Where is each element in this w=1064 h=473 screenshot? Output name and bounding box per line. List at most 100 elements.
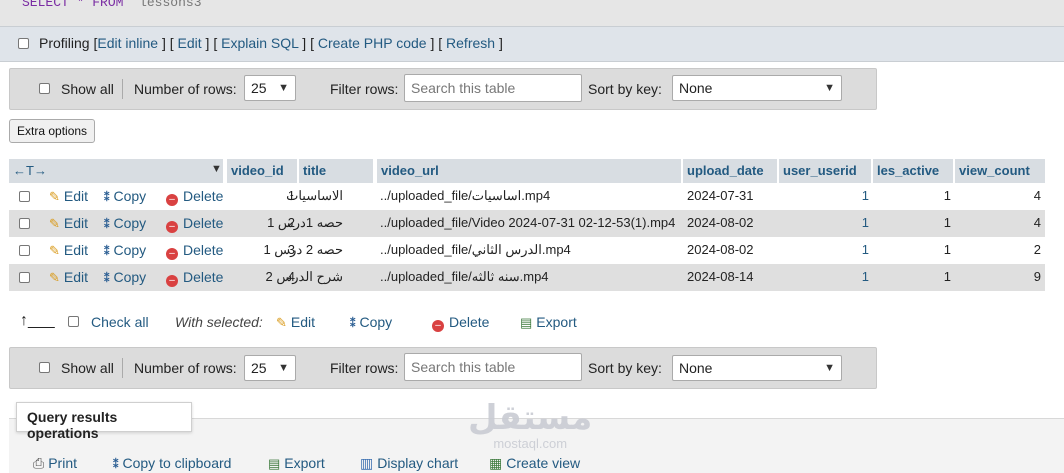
profiling-checkbox[interactable] [18,38,29,49]
filter-rows-input[interactable]: Search this table [404,74,582,102]
cell-user-userid[interactable]: 1 [862,188,869,203]
cell-title[interactable]: الاساسيات [286,188,343,204]
column-header-user-userid[interactable]: user_userid [779,159,873,183]
sort-by-key-select[interactable]: None ▼ [672,75,842,101]
refresh-link[interactable]: Refresh [446,35,495,51]
bulk-edit-link[interactable]: ✎ Edit [276,314,315,331]
arrow-up-left-icon: ↑___ [20,312,55,329]
row-delete-link[interactable]: – Delete [166,188,223,206]
pencil-icon: ✎ [49,216,60,231]
cell-title[interactable]: حصه 1درس 1 [267,215,343,231]
bulk-delete-link[interactable]: – Delete [432,314,489,332]
check-all-label[interactable]: Check all [91,314,149,330]
show-all-checkbox[interactable] [39,83,50,94]
show-all-label[interactable]: Show all [61,360,114,376]
delete-icon: – [166,248,178,260]
row-checkbox[interactable] [19,272,30,283]
edit-inline-link[interactable]: Edit inline [97,35,158,51]
cell-les-active[interactable]: 1 [944,215,951,230]
row-edit-link[interactable]: ✎ Edit [49,242,88,259]
row-checkbox[interactable] [19,191,30,202]
copy-icon: ⁑ [104,273,110,285]
copy-to-clipboard-link[interactable]: ⁑ Copy to clipboard [113,455,231,471]
column-header-upload-date[interactable]: upload_date [683,159,779,183]
export-icon: ▤ [520,315,533,330]
cell-view-count[interactable]: 4 [1034,188,1041,203]
column-header-video-id[interactable]: video_id [227,159,299,183]
delete-icon: – [166,275,178,287]
sql-query-text: SELECT * FROM `lessons3` [22,0,210,10]
cell-view-count[interactable]: 4 [1034,215,1041,230]
cell-les-active[interactable]: 1 [944,188,951,203]
row-copy-link[interactable]: ⁑ Copy [104,269,146,285]
row-checkbox[interactable] [19,218,30,229]
cell-user-userid[interactable]: 1 [862,215,869,230]
table-row: ✎ Edit ⁑ Copy – Delete 4 شرح الدرس 2 ../upl… [9,264,1045,291]
cell-title[interactable]: حصه 2 درس 1 [263,242,343,258]
row-copy-link[interactable]: ⁑ Copy [104,242,146,258]
number-of-rows-select[interactable]: 25 ▼ [244,355,296,381]
profiling-bar: Profiling [Edit inline ] [ Edit ] [ Expl… [0,26,1064,62]
cell-video-url[interactable]: ../uploaded_file/الدرس الثاني.mp4 [380,242,680,258]
cell-video-url[interactable]: ../uploaded_file/سنه ثالثه.mp4 [380,269,680,285]
chevron-down-icon: ▼ [278,362,289,374]
export-link[interactable]: ▤ Export [268,455,325,472]
column-header-view-count[interactable]: view_count [955,159,1045,183]
row-edit-link[interactable]: ✎ Edit [49,269,88,286]
cell-les-active[interactable]: 1 [944,269,951,284]
create-php-code-link[interactable]: Create PHP code [318,35,427,51]
show-all-checkbox[interactable] [39,362,50,373]
check-all-checkbox[interactable] [68,316,79,327]
cell-user-userid[interactable]: 1 [862,242,869,257]
bulk-export-link[interactable]: ▤ Export [520,314,577,331]
cell-upload-date[interactable]: 2024-08-02 [687,215,754,230]
cell-les-active[interactable]: 1 [944,242,951,257]
explain-sql-link[interactable]: Explain SQL [221,35,298,51]
with-selected-bar: ↑___ Check all With selected: ✎ Edit ⁑ Cop… [20,312,880,334]
table-header: ←T→ ▼ video_id title video_url upload_da… [9,159,1045,184]
row-delete-link[interactable]: – Delete [166,215,223,233]
sort-by-key-label: Sort by key: [588,81,662,97]
row-delete-link[interactable]: – Delete [166,269,223,287]
cell-view-count[interactable]: 9 [1034,269,1041,284]
sort-by-key-select[interactable]: None ▼ [672,355,842,381]
number-of-rows-select[interactable]: 25 ▼ [244,75,296,101]
filter-rows-input[interactable]: Search this table [404,353,582,381]
cell-video-url[interactable]: ../uploaded_file/اساسيات.mp4 [380,188,680,204]
edit-link[interactable]: Edit [178,35,202,51]
display-chart-link[interactable]: ▥ Display chart [360,455,458,472]
cell-view-count[interactable]: 2 [1034,242,1041,257]
column-header-les-active[interactable]: les_active [873,159,955,183]
show-all-label[interactable]: Show all [61,81,114,97]
bar-chart-icon: ▥ [360,455,374,471]
number-of-rows-label: Number of rows: [134,360,237,376]
sort-by-key-label: Sort by key: [588,360,662,376]
row-copy-link[interactable]: ⁑ Copy [104,215,146,231]
column-header-video-url[interactable]: video_url [377,159,683,183]
row-delete-link[interactable]: – Delete [166,242,223,260]
row-edit-link[interactable]: ✎ Edit [49,215,88,232]
pencil-icon: ✎ [49,270,60,285]
create-view-link[interactable]: ▦ Create view [489,455,580,472]
sort-arrow-icon[interactable]: ▼ [211,163,222,175]
bulk-copy-link[interactable]: ⁑ Copy [350,314,392,330]
cell-upload-date[interactable]: 2024-08-02 [687,242,754,257]
row-edit-link[interactable]: ✎ Edit [49,188,88,205]
extra-options-button[interactable]: Extra options [9,119,96,143]
resize-columns-icon[interactable]: ←T→ [13,163,47,178]
chevron-down-icon: ▼ [824,362,835,374]
delete-icon: – [166,194,178,206]
cell-title[interactable]: شرح الدرس 2 [266,269,343,285]
row-copy-link[interactable]: ⁑ Copy [104,188,146,204]
cell-video-url[interactable]: ../uploaded_file/Video 2024-07-31 02-12-… [380,215,680,230]
row-checkbox[interactable] [19,245,30,256]
cell-upload-date[interactable]: 2024-08-14 [687,269,754,284]
chevron-down-icon: ▼ [278,82,289,94]
column-header-title[interactable]: title [299,159,375,183]
cell-upload-date[interactable]: 2024-07-31 [687,188,754,203]
number-of-rows-label: Number of rows: [134,81,237,97]
cell-user-userid[interactable]: 1 [862,269,869,284]
table-row: ✎ Edit ⁑ Copy – Delete 1 الاساسيات ../uploa… [9,183,1045,210]
print-link[interactable]: ⎙ Print [33,455,77,472]
column-controls: ←T→ ▼ [9,159,225,183]
